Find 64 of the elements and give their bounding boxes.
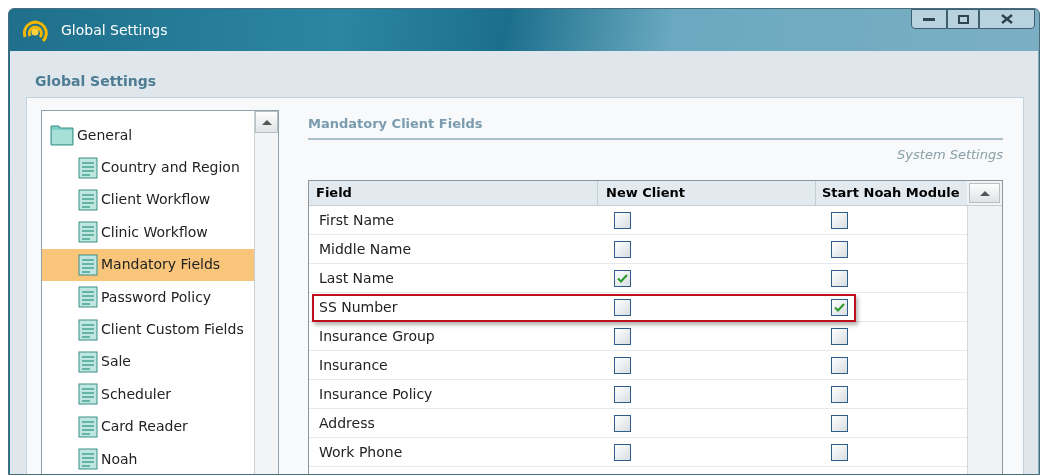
checkbox[interactable] xyxy=(831,356,848,374)
tree-item[interactable]: General xyxy=(42,119,254,152)
tree-item[interactable]: Card Reader xyxy=(42,410,254,443)
checkbox[interactable] xyxy=(831,298,848,316)
table-cell-text: SS Number xyxy=(318,297,399,317)
table-cell-text: Insurance Group xyxy=(318,326,436,346)
tree-item[interactable]: Sale xyxy=(42,345,254,379)
checkbox[interactable] xyxy=(831,240,848,258)
scroll-up-button[interactable] xyxy=(255,111,278,133)
table-cell-text: Insurance xyxy=(318,355,389,375)
document-icon xyxy=(78,253,98,276)
tree-item[interactable]: Clinic Workflow xyxy=(42,216,254,249)
document-icon xyxy=(78,156,98,179)
tree-item[interactable]: Noah xyxy=(42,442,254,474)
checkbox[interactable] xyxy=(614,269,631,287)
checkbox[interactable] xyxy=(831,327,848,345)
tree-item[interactable]: Client Custom Fields xyxy=(42,313,254,346)
checkbox[interactable] xyxy=(614,240,631,258)
document-icon xyxy=(78,415,98,438)
column-header[interactable]: Start Noah Module xyxy=(816,181,967,205)
close-button[interactable] xyxy=(979,9,1035,29)
column-header[interactable]: Field xyxy=(309,181,598,205)
document-icon xyxy=(78,318,98,341)
checkbox[interactable] xyxy=(614,356,631,374)
tree-item[interactable]: Mandatory Fields xyxy=(42,248,254,281)
checkbox[interactable] xyxy=(831,211,848,229)
checkbox[interactable] xyxy=(831,385,848,403)
scrollbar[interactable] xyxy=(254,111,278,474)
checkmark-icon xyxy=(834,302,845,312)
scroll-up-button[interactable] xyxy=(969,183,1000,203)
table-cell-text: First Name xyxy=(318,210,396,230)
checkbox[interactable] xyxy=(831,414,848,432)
window-title: Global Settings xyxy=(61,20,168,40)
checkbox[interactable] xyxy=(614,211,631,229)
checkbox[interactable] xyxy=(831,269,848,287)
document-icon xyxy=(78,350,98,373)
document-icon xyxy=(78,188,98,211)
checkbox[interactable] xyxy=(614,327,631,345)
document-icon xyxy=(78,383,98,406)
tree-item[interactable]: Scheduler xyxy=(42,378,254,411)
section-title: Mandatory Client Fields xyxy=(308,114,1003,140)
table-cell-text: Last Name xyxy=(318,268,395,288)
tree-item[interactable]: Client Workflow xyxy=(42,183,254,217)
table-cell-text: Work Phone xyxy=(318,442,404,462)
tree-item[interactable]: Country and Region xyxy=(42,151,254,184)
table-cell-text: Insurance Policy xyxy=(318,384,434,404)
tree-item[interactable]: Password Policy xyxy=(42,280,254,314)
checkmark-icon xyxy=(617,273,628,283)
column-header[interactable]: New Client xyxy=(598,181,816,205)
checkbox[interactable] xyxy=(614,414,631,432)
folder-icon xyxy=(50,124,74,147)
document-icon xyxy=(78,286,98,309)
page-heading: Global Settings xyxy=(35,72,158,91)
table-cell-text: Address xyxy=(318,413,376,433)
maximize-button[interactable] xyxy=(947,9,979,29)
document-icon xyxy=(78,448,98,471)
checkbox[interactable] xyxy=(831,443,848,461)
close-icon xyxy=(1001,14,1013,24)
minimize-button[interactable] xyxy=(911,9,947,29)
checkbox[interactable] xyxy=(614,385,631,403)
document-icon xyxy=(78,221,98,244)
checkbox[interactable] xyxy=(614,443,631,461)
table-cell-text: Middle Name xyxy=(318,239,412,259)
checkbox[interactable] xyxy=(614,298,631,316)
